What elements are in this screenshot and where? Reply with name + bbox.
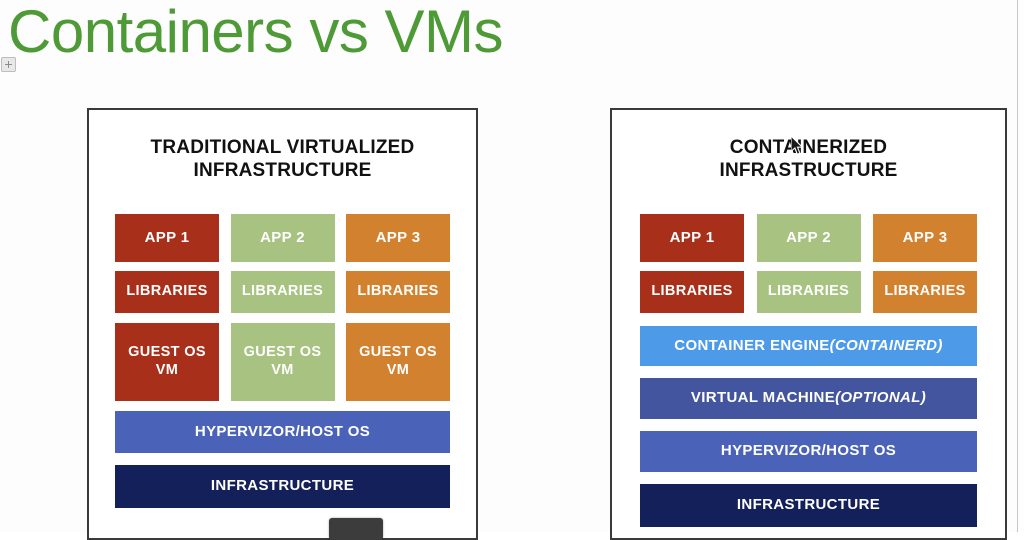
page-title: Containers vs VMs	[8, 0, 504, 65]
traditional-hypervisor-row: HYPERVIZOR/HOST OS	[89, 410, 476, 453]
containerized-libraries-3: LIBRARIES	[873, 270, 977, 313]
panel-traditional-virtualized: TRADITIONAL VIRTUALIZED INFRASTRUCTURE A…	[87, 108, 478, 540]
virtual-machine-optional: (OPTIONAL)	[835, 389, 927, 407]
traditional-guest-os-3: GUEST OS VM	[346, 322, 450, 401]
traditional-libraries-row: LIBRARIES LIBRARIES LIBRARIES	[89, 270, 476, 313]
containerized-infrastructure-row: INFRASTRUCTURE	[612, 483, 1005, 527]
container-engine-runtime: (CONTAINERD)	[829, 336, 943, 354]
containerized-libraries-2: LIBRARIES	[756, 270, 861, 313]
bottom-tooltip[interactable]	[329, 518, 383, 540]
panel-containerized-infrastructure: CONTAINERIZED INFRASTRUCTURE APP 1 APP 2…	[610, 108, 1007, 540]
panel-traditional-heading: TRADITIONAL VIRTUALIZED INFRASTRUCTURE	[150, 137, 415, 182]
containerized-app-3: APP 3	[873, 213, 977, 262]
containerized-app-1: APP 1	[640, 213, 744, 262]
traditional-infrastructure-row: INFRASTRUCTURE	[89, 464, 476, 508]
traditional-hypervisor-block: HYPERVIZOR/HOST OS	[115, 410, 450, 453]
containerized-apps-row: APP 1 APP 2 APP 3	[612, 213, 1005, 262]
virtual-machine-block: VIRTUAL MACHINE (OPTIONAL)	[640, 377, 977, 419]
containerized-hypervisor-block: HYPERVIZOR/HOST OS	[640, 430, 977, 472]
traditional-libraries-3: LIBRARIES	[346, 270, 450, 313]
container-engine-label: CONTAINER ENGINE	[674, 336, 830, 354]
traditional-apps-row: APP 1 APP 2 APP 3	[89, 213, 476, 262]
virtual-machine-label: VIRTUAL MACHINE	[690, 389, 836, 407]
containerized-infrastructure-block: INFRASTRUCTURE	[640, 483, 977, 527]
containerized-libraries-row: LIBRARIES LIBRARIES LIBRARIES	[612, 270, 1005, 313]
plus-icon[interactable]	[1, 57, 16, 72]
traditional-libraries-1: LIBRARIES	[115, 270, 219, 313]
containerized-hypervisor-row: HYPERVIZOR/HOST OS	[612, 430, 1005, 472]
right-edge-divider	[1017, 0, 1018, 532]
traditional-guest-os-1: GUEST OS VM	[115, 322, 219, 401]
container-engine-block: CONTAINER ENGINE (CONTAINERD)	[640, 325, 977, 366]
containerized-app-2: APP 2	[756, 213, 861, 262]
traditional-infrastructure-block: INFRASTRUCTURE	[115, 464, 450, 508]
containerized-vm-row: VIRTUAL MACHINE (OPTIONAL)	[612, 377, 1005, 419]
traditional-app-1: APP 1	[115, 213, 219, 262]
containerized-libraries-1: LIBRARIES	[640, 270, 744, 313]
traditional-guest-os-row: GUEST OS VM GUEST OS VM GUEST OS VM	[89, 322, 476, 401]
traditional-libraries-2: LIBRARIES	[230, 270, 335, 313]
traditional-app-2: APP 2	[230, 213, 335, 262]
traditional-guest-os-2: GUEST OS VM	[230, 322, 335, 401]
containerized-engine-row: CONTAINER ENGINE (CONTAINERD)	[612, 325, 1005, 366]
panel-containerized-heading: CONTAINERIZED INFRASTRUCTURE	[719, 137, 898, 182]
traditional-app-3: APP 3	[346, 213, 450, 262]
